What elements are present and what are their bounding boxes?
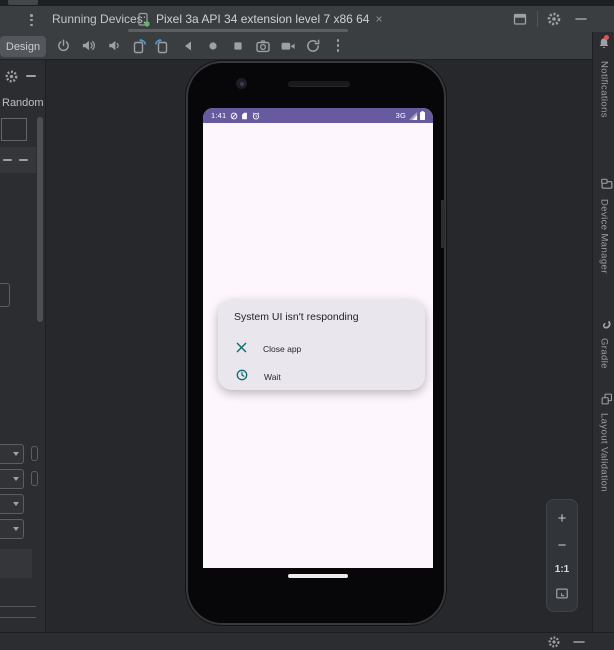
anr-dialog: System UI isn't responding Close app Wai… bbox=[218, 300, 425, 390]
left-panel-dropdown[interactable] bbox=[0, 444, 24, 464]
screen-record-video-icon[interactable] bbox=[280, 38, 296, 54]
left-cropped-panel: Random bbox=[0, 60, 46, 632]
background-tab-remnant bbox=[8, 0, 38, 5]
earpiece-speaker bbox=[288, 81, 350, 87]
tool-window-label: Notifications bbox=[599, 61, 610, 118]
home-button-icon[interactable] bbox=[205, 38, 221, 54]
left-panel-row[interactable] bbox=[0, 549, 32, 578]
notification-badge bbox=[604, 35, 609, 40]
power-button-icon[interactable] bbox=[55, 38, 71, 54]
running-devices-header: Running Devices: Pixel 3a API 34 extensi… bbox=[0, 6, 614, 32]
left-panel-divider bbox=[0, 606, 36, 607]
overview-button-icon[interactable] bbox=[230, 38, 246, 54]
device-manager-icon bbox=[595, 178, 614, 191]
anr-close-app-option[interactable]: Close app bbox=[218, 338, 425, 360]
sidebar-item-gradle[interactable]: Gradle bbox=[593, 315, 614, 369]
left-panel-partial-box bbox=[0, 283, 10, 307]
zoom-controls-panel: + − 1:1 bbox=[546, 499, 578, 612]
panel-options-kebab-icon[interactable] bbox=[30, 14, 33, 26]
sidebar-item-device-manager[interactable]: Device Manager bbox=[593, 175, 614, 274]
close-tab-icon[interactable]: × bbox=[375, 6, 382, 32]
settings-gear-icon[interactable] bbox=[546, 11, 562, 27]
anr-option-label: Close app bbox=[263, 344, 301, 354]
volume-up-icon[interactable] bbox=[80, 38, 96, 54]
device-tab-label: Pixel 3a API 34 extension level 7 x86 64 bbox=[156, 12, 369, 26]
volume-down-icon[interactable] bbox=[105, 38, 121, 54]
anr-wait-option[interactable]: Wait bbox=[218, 366, 425, 388]
device-screen[interactable]: 1:41 3G bbox=[203, 108, 433, 568]
more-options-kebab-icon[interactable] bbox=[330, 38, 346, 54]
left-panel-field[interactable] bbox=[1, 118, 27, 141]
rotate-left-icon[interactable] bbox=[130, 38, 146, 54]
network-type-label: 3G bbox=[396, 111, 406, 120]
signal-strength-icon bbox=[409, 108, 418, 125]
emulator-toolbar: Design bbox=[0, 32, 592, 60]
android-status-bar: 1:41 3G bbox=[203, 108, 433, 123]
emulator-toolbar-icons bbox=[55, 32, 346, 59]
left-panel-dropdown[interactable] bbox=[0, 469, 24, 489]
window-restore-icon[interactable] bbox=[512, 11, 528, 27]
sidebar-item-notifications[interactable]: Notifications bbox=[593, 36, 614, 118]
left-panel-gear-icon[interactable] bbox=[4, 69, 19, 84]
left-panel-random-label: Random bbox=[2, 97, 44, 109]
anr-option-label: Wait bbox=[264, 372, 281, 382]
android-studio-running-devices-window: Running Devices: Pixel 3a API 34 extensi… bbox=[0, 0, 614, 650]
emulator-device-pixel-3a: 1:41 3G bbox=[188, 63, 444, 623]
left-panel-widget[interactable] bbox=[31, 471, 38, 486]
tool-window-label: Gradle bbox=[599, 338, 610, 369]
back-button-icon[interactable] bbox=[180, 38, 196, 54]
sidebar-item-layout-validation[interactable]: Layout Validation bbox=[593, 390, 614, 492]
status-time: 1:41 bbox=[211, 111, 226, 120]
power-side-button bbox=[441, 200, 445, 248]
design-tab[interactable]: Design bbox=[0, 36, 46, 57]
notifications-bell-icon bbox=[597, 36, 611, 56]
left-panel-divider bbox=[0, 617, 36, 618]
header-divider bbox=[537, 11, 538, 27]
close-x-icon bbox=[236, 340, 247, 358]
gradle-elephant-icon bbox=[595, 318, 613, 331]
bottom-hide-minus-icon[interactable] bbox=[572, 635, 586, 649]
device-phone-icon bbox=[137, 12, 150, 27]
left-panel-widget[interactable] bbox=[31, 446, 38, 461]
left-panel-minus-icon[interactable] bbox=[26, 75, 36, 77]
left-panel-scrollbar[interactable] bbox=[37, 117, 43, 322]
do-not-disturb-icon bbox=[230, 108, 238, 125]
bottom-settings-gear-icon[interactable] bbox=[547, 635, 561, 649]
front-camera bbox=[236, 78, 247, 89]
alarm-clock-icon bbox=[252, 108, 260, 125]
zoom-out-button[interactable]: − bbox=[558, 538, 567, 553]
fit-to-window-icon[interactable] bbox=[555, 587, 569, 600]
left-panel-dropdown[interactable] bbox=[0, 494, 24, 514]
hide-panel-minus-icon[interactable] bbox=[574, 11, 588, 27]
right-tool-window-bar: Notifications Device Manager Gradle Layo… bbox=[592, 32, 614, 632]
tool-window-label: Layout Validation bbox=[599, 413, 610, 492]
left-panel-dropdown[interactable] bbox=[0, 519, 24, 539]
rotate-right-icon[interactable] bbox=[155, 38, 171, 54]
left-panel-row[interactable] bbox=[0, 147, 36, 173]
tool-window-label: Device Manager bbox=[599, 199, 610, 274]
battery-icon bbox=[420, 108, 425, 125]
layout-validation-icon bbox=[595, 393, 613, 406]
anr-dialog-title: System UI isn't responding bbox=[234, 311, 359, 323]
bottom-panel-header bbox=[0, 632, 614, 650]
screenshot-camera-icon[interactable] bbox=[255, 38, 271, 54]
zoom-in-button[interactable]: + bbox=[558, 511, 567, 526]
snapshots-restore-icon[interactable] bbox=[305, 38, 321, 54]
actual-size-button[interactable]: 1:1 bbox=[555, 564, 569, 575]
clock-wait-icon bbox=[236, 368, 248, 386]
sim-card-icon bbox=[241, 108, 248, 125]
home-indicator-bar[interactable] bbox=[288, 574, 348, 578]
